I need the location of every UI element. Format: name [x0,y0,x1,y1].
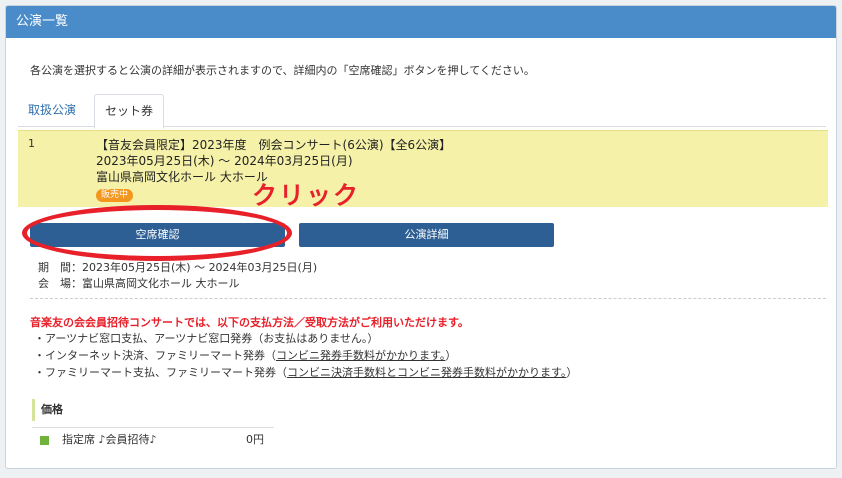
tab-bar: 取扱公演 セット券 [18,94,826,129]
price-value: 0円 [246,433,264,446]
tab-set-tickets[interactable]: セット券 [94,94,164,129]
payment-line-3: ・ファミリーマート支払、ファミリーマート発券（コンビニ決済手数料とコンビニ発券手… [34,364,577,380]
payment-line-2-text: ・インターネット決済、ファミリーマート発券（ [34,349,276,362]
price-row: 指定席 ♪会員招待♪ 0円 [32,427,274,450]
payment-line-2: ・インターネット決済、ファミリーマート発券（コンビニ発券手数料がかかります。） [34,347,456,363]
fee-link-2[interactable]: コンビニ決済手数料とコンビニ発券手数料がかかります。 [287,366,566,379]
fee-link-1[interactable]: コンビニ発券手数料がかかります。 [276,349,445,362]
performance-details-button[interactable]: 公演詳細 [299,223,554,247]
intro-text: 各公演を選択すると公演の詳細が表示されますので、詳細内の「空席確認」ボタンを押し… [30,64,535,77]
payment-line-3-suffix: ） [566,366,578,379]
price-label: 指定席 ♪会員招待♪ [62,433,157,446]
info-period: 期 間：2023年05月25日(木) ～ 2024年03月25日(月) [38,261,318,274]
event-title: 【音友会員限定】2023年度 例会コンサート(6公演)【全6公演】 [96,138,452,152]
seat-check-button[interactable]: 空席確認 [30,223,285,247]
event-number: 1 [28,137,35,150]
payment-line-3-text: ・ファミリーマート支払、ファミリーマート発券（ [34,366,287,379]
panel-title: 公演一覧 [6,6,836,38]
payment-line-1: ・アーツナビ窓口支払、アーツナビ窓口発券（お支払はありません。） [34,332,379,345]
tab-performances[interactable]: 取扱公演 [28,94,76,126]
status-badge: 販売中 [96,189,134,202]
info-venue: 会 場：富山県高岡文化ホール 大ホール [38,277,240,290]
price-heading: 価格 [32,399,63,421]
payment-heading: 音楽友の会会員招待コンサートでは、以下の支払方法／受取方法がご利用いただけます。 [30,316,469,329]
performance-list-panel: 公演一覧 各公演を選択すると公演の詳細が表示されますので、詳細内の「空席確認」ボ… [5,5,837,469]
divider [30,298,826,299]
event-dates: 2023年05月25日(木) ～ 2024年03月25日(月) [96,154,353,168]
event-row[interactable]: 1 【音友会員限定】2023年度 例会コンサート(6公演)【全6公演】 2023… [18,130,828,207]
seat-color-icon [40,436,49,445]
click-annotation: クリック [252,181,361,210]
payment-line-2-suffix: ） [445,349,457,362]
